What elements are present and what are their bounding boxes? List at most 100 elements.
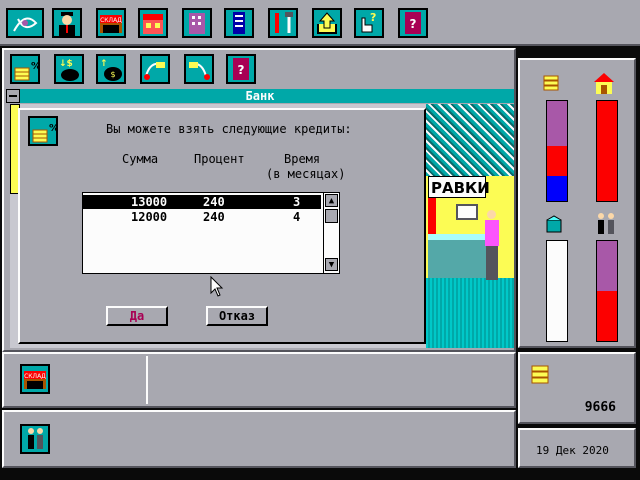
- staff-button[interactable]: [20, 424, 50, 454]
- money-value: 9666: [584, 400, 616, 415]
- money-gauge-icon: [542, 70, 564, 99]
- store-button[interactable]: СКЛАД: [20, 364, 50, 394]
- goods-gauge: [546, 240, 568, 342]
- bank-counter: [428, 234, 488, 278]
- house-icon: [594, 73, 614, 94]
- bank-withdraw-button[interactable]: ↓$: [54, 54, 84, 84]
- staff-gauge: [596, 240, 618, 342]
- svg-text:?: ?: [410, 17, 417, 31]
- loan-percent: 240: [203, 210, 225, 224]
- coins-percent-icon: %: [32, 123, 56, 143]
- gauge-segment: [597, 291, 617, 341]
- svg-text:?: ?: [238, 63, 245, 77]
- property-gauge: [596, 100, 618, 202]
- loan-row[interactable]: 12000 240 4: [83, 210, 321, 224]
- gauge-segment: [547, 101, 567, 146]
- property-gauge-icon: [592, 70, 616, 99]
- logo-button[interactable]: [6, 8, 44, 38]
- bank-repay-button[interactable]: [184, 54, 214, 84]
- coins-percent-icon: %: [14, 61, 38, 81]
- bank-deposit-button[interactable]: %: [10, 54, 40, 84]
- warehouse-button[interactable]: СКЛАД: [96, 8, 126, 38]
- coins-return-icon: [189, 62, 210, 80]
- window-title: Банк: [245, 89, 275, 103]
- svg-text:%: %: [49, 123, 56, 134]
- gauge-segment: [547, 176, 567, 201]
- mouse-cursor: [210, 275, 224, 301]
- book-icon: ?: [405, 12, 421, 34]
- money-gauge: [546, 100, 568, 202]
- businessman-icon: [59, 12, 75, 36]
- tools-button[interactable]: [268, 8, 298, 38]
- bank-window-titlebar: Банк: [6, 89, 514, 103]
- box-icon: [546, 215, 562, 233]
- goods-gauge-icon: [544, 214, 566, 239]
- bank-help-button[interactable]: ?: [226, 54, 256, 84]
- gauge-segment: [547, 146, 567, 176]
- gauge-segment: [597, 101, 617, 201]
- hand-question-icon: ?: [361, 11, 376, 33]
- boss-button[interactable]: [52, 8, 82, 38]
- sign-text: РАВКИ: [431, 179, 490, 197]
- shop-icon: [143, 14, 163, 34]
- swirl-icon: [13, 17, 38, 32]
- dialog-prompt: Вы можете взять следующие кредиты:: [106, 122, 352, 136]
- sign-board: РАВКИ: [428, 176, 490, 198]
- loan-amount: 12000: [131, 210, 168, 224]
- date-panel: 19 Дек 2020: [518, 428, 636, 468]
- date-value: 19 Дек 2020: [536, 444, 609, 457]
- bank-clerk: [482, 210, 502, 290]
- loan-amount: 13000: [131, 195, 168, 209]
- store-badge-text: СКЛАД: [24, 373, 46, 380]
- ok-button[interactable]: Да: [106, 306, 168, 326]
- loan-list-scrollbar[interactable]: ▲ ▼: [323, 193, 339, 273]
- book-icon: ?: [233, 58, 249, 80]
- column-time: Время: [284, 152, 321, 166]
- arrow-cursor-icon: [210, 275, 224, 297]
- help-pointer-button[interactable]: ?: [354, 8, 384, 38]
- loan-months: 4: [293, 210, 301, 224]
- store-panel: СКЛАД: [2, 352, 516, 408]
- scroll-up-arrow-icon[interactable]: ▲: [325, 194, 338, 207]
- loan-months: 3: [293, 195, 301, 209]
- svg-text:↑: ↑: [100, 59, 108, 69]
- bank-toolbar: % ↓$ ↑$ ?: [4, 50, 514, 88]
- people-icon: [598, 213, 614, 234]
- office-button[interactable]: [224, 8, 254, 38]
- money-panel: 9666: [518, 352, 636, 424]
- money-bag-up-icon: ↑$: [100, 59, 122, 81]
- gauges-panel: [518, 58, 636, 348]
- gauge-segment: [547, 241, 567, 341]
- bank-exchange-button[interactable]: [140, 54, 170, 84]
- coins-icon: [531, 365, 549, 384]
- cancel-button[interactable]: Отказ: [206, 306, 268, 326]
- loan-row[interactable]: 13000 240 3: [83, 195, 321, 209]
- column-percent: Процент: [194, 152, 245, 166]
- coins-icon: [543, 75, 559, 91]
- upload-button[interactable]: [312, 8, 342, 38]
- tools-icon: [275, 12, 293, 33]
- svg-text:%: %: [31, 61, 38, 72]
- building-icon: [189, 13, 205, 34]
- svg-text:?: ?: [370, 11, 376, 24]
- coins-exchange-icon: [144, 62, 165, 80]
- loan-dialog: % Вы можете взять следующие кредиты: Сум…: [18, 108, 426, 344]
- money-coins-icon: [530, 360, 554, 391]
- people-icon: [28, 428, 43, 449]
- factory-button[interactable]: [182, 8, 212, 38]
- loan-list[interactable]: 13000 240 3 12000 240 4 ▲ ▼: [82, 192, 340, 274]
- svg-text:$: $: [110, 70, 115, 79]
- picture-frame: [456, 204, 478, 220]
- warehouse-icon: СКЛАД: [100, 15, 122, 33]
- help-book-button[interactable]: ?: [398, 8, 428, 38]
- svg-text:↓$: ↓$: [59, 59, 73, 69]
- column-amount: Сумма: [122, 152, 159, 166]
- warehouse-icon: СКЛАД: [24, 371, 46, 389]
- staff-gauge-icon: [594, 212, 618, 241]
- scroll-thumb[interactable]: [325, 209, 338, 223]
- scroll-down-arrow-icon[interactable]: ▼: [325, 258, 338, 271]
- shop-button[interactable]: [138, 8, 168, 38]
- bank-loan-button[interactable]: ↑ $: [96, 54, 126, 84]
- top-toolbar: СКЛАД ? ?: [0, 0, 640, 46]
- staff-panel: [2, 410, 516, 468]
